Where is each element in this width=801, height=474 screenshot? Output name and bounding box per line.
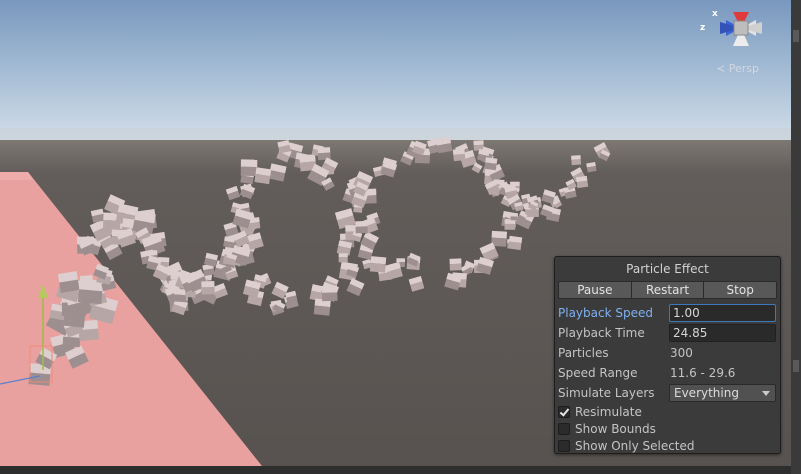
playback-speed-field[interactable]: 1.00 <box>669 304 776 322</box>
particle-cube <box>355 220 368 234</box>
show-bounds-label: Show Bounds <box>575 421 656 436</box>
simulate-layers-dropdown[interactable]: Everything <box>669 384 776 402</box>
show-only-selected-label: Show Only Selected <box>575 438 695 453</box>
speed-range-row: Speed Range 11.6 - 29.6 <box>558 363 778 383</box>
particle-cube <box>321 285 338 302</box>
projection-toggle[interactable]: ≺ Persp <box>716 62 766 76</box>
show-bounds-checkbox[interactable] <box>558 422 570 435</box>
playback-time-row: Playback Time 24.85 <box>558 323 778 343</box>
particle-cube <box>575 175 589 189</box>
gizmo-z-label: z <box>700 23 705 33</box>
particle-cube <box>369 256 387 273</box>
particle-cube <box>514 201 524 212</box>
particle-cube <box>507 235 523 251</box>
particle-cube <box>254 167 272 185</box>
show-bounds-toggle[interactable]: Show Bounds <box>558 420 778 437</box>
playback-speed-label: Playback Speed <box>558 306 653 320</box>
simulate-layers-label: Simulate Layers <box>558 386 655 400</box>
particle-cube <box>586 162 597 173</box>
particle-cube <box>240 159 258 177</box>
show-only-selected-toggle[interactable]: Show Only Selected <box>558 437 778 454</box>
particles-count: 300 <box>670 346 693 360</box>
bottom-strip <box>0 466 791 474</box>
particle-cube <box>435 136 453 154</box>
particle-cube <box>90 208 106 223</box>
simulate-layers-row: Simulate Layers Everything <box>558 383 778 403</box>
restart-button[interactable]: Restart <box>631 281 705 299</box>
particle-effect-panel: Particle Effect Pause Restart Stop Playb… <box>554 256 781 454</box>
playback-speed-row: Playback Speed 1.00 <box>558 303 778 323</box>
particle-cube <box>57 271 80 293</box>
gizmo-x-label: x <box>712 9 718 19</box>
particle-cube <box>449 258 462 271</box>
strip-mark <box>793 360 799 372</box>
stop-button[interactable]: Stop <box>704 281 778 299</box>
particle-cube <box>317 147 331 161</box>
particle-cube <box>268 163 287 182</box>
particles-row: Particles 300 <box>558 343 778 363</box>
particle-cube <box>473 140 484 151</box>
playback-time-label: Playback Time <box>558 326 645 340</box>
right-scrollbar-strip <box>791 0 801 474</box>
resimulate-label: Resimulate <box>575 404 642 419</box>
resimulate-toggle[interactable]: Resimulate <box>558 403 778 420</box>
pause-button[interactable]: Pause <box>558 281 632 299</box>
particle-cube <box>201 281 215 295</box>
particle-cube <box>484 157 498 171</box>
strip-mark <box>793 30 799 42</box>
particle-cube <box>277 139 291 154</box>
resimulate-checkbox[interactable] <box>558 405 570 418</box>
show-only-selected-checkbox[interactable] <box>558 439 570 452</box>
playback-controls: Pause Restart Stop <box>558 281 778 299</box>
simulate-layers-value: Everything <box>674 386 739 400</box>
particles-label: Particles <box>558 346 609 360</box>
particle-cube <box>452 148 466 162</box>
sky <box>0 0 801 140</box>
playback-time-field[interactable]: 24.85 <box>669 324 776 342</box>
particle-cube <box>504 219 516 230</box>
particle-cube <box>223 236 236 249</box>
speed-range-value: 11.6 - 29.6 <box>670 366 736 380</box>
speed-range-label: Speed Range <box>558 366 638 380</box>
particle-cube <box>571 155 582 166</box>
panel-title: Particle Effect <box>626 262 709 276</box>
chevron-down-icon <box>762 391 770 396</box>
particle-cube <box>510 213 518 221</box>
particle-cube <box>338 253 348 263</box>
